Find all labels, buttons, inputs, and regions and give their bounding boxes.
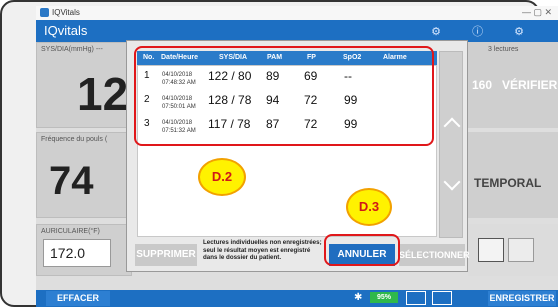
header-icons[interactable]: ⚙ ⓘ ⚙ <box>431 23 538 39</box>
enregistrer-button[interactable]: ENREGISTRER <box>488 291 556 306</box>
callout-d3: D.3 <box>346 188 392 226</box>
temperature-label: AURICULAIRE(°F) <box>41 228 100 235</box>
sys-dia-tile[interactable]: SYS/DIA(mmHg) --- 12 <box>36 42 132 128</box>
lectures-count: 160 <box>472 78 493 92</box>
bluetooth-icon: ✱ <box>354 292 363 303</box>
right-panel-bottom <box>468 224 558 276</box>
supprimer-button[interactable]: SUPPRIMER <box>135 244 197 266</box>
app-header: IQvitals ⚙ ⓘ ⚙ <box>36 20 558 42</box>
modal-actions: SUPPRIMER Lectures individuelles non enr… <box>127 238 470 272</box>
temperature-tile[interactable]: AURICULAIRE(°F) 172.0 <box>36 224 132 276</box>
scroll-up-icon[interactable] <box>443 117 461 135</box>
pulse-value: 74 <box>49 159 94 203</box>
sys-dia-value: 12 <box>77 68 129 120</box>
grid-icon[interactable] <box>508 238 534 262</box>
print-icon[interactable] <box>478 238 504 262</box>
list-scrollbar[interactable] <box>439 51 463 238</box>
cart-icon[interactable] <box>406 291 426 305</box>
app-name: IQvitals <box>44 23 88 38</box>
selectionner-button[interactable]: SÉLECTIONNER <box>399 244 470 266</box>
gear-icon[interactable] <box>432 291 452 305</box>
right-panel-top: 3 lectures 160 VÉRIFIER <box>468 42 558 128</box>
window-title: IQVitals <box>52 8 80 17</box>
app-logo-icon <box>40 8 49 17</box>
temperature-value-box: 172.0 <box>43 239 111 267</box>
lectures-label: 3 lectures <box>488 46 519 53</box>
verifier-button[interactable]: VÉRIFIER <box>502 78 557 92</box>
battery-indicator: 95% <box>370 292 398 303</box>
effacer-button[interactable]: EFFACER <box>46 291 110 306</box>
right-panel-mid: TEMPORAL <box>468 132 558 218</box>
pulse-tile[interactable]: Fréquence du pouls ( 74 <box>36 132 132 218</box>
callout-d2: D.2 <box>198 158 246 196</box>
average-note: Lectures individuelles non enregistrées;… <box>203 239 322 262</box>
scroll-down-icon[interactable] <box>443 173 461 191</box>
window-titlebar: IQVitals — ▢ ✕ <box>36 6 558 21</box>
window-controls[interactable]: — ▢ ✕ <box>522 7 552 18</box>
bottom-toolbar: EFFACER ✱ 95% ENREGISTRER <box>36 290 558 307</box>
sys-dia-label: SYS/DIA(mmHg) --- <box>41 46 103 53</box>
readings-highlight-outline <box>134 46 434 146</box>
annuler-highlight-outline <box>324 234 400 266</box>
pulse-label: Fréquence du pouls ( <box>41 136 108 143</box>
temporal-label[interactable]: TEMPORAL <box>474 176 541 190</box>
temperature-value: 172.0 <box>50 245 86 261</box>
